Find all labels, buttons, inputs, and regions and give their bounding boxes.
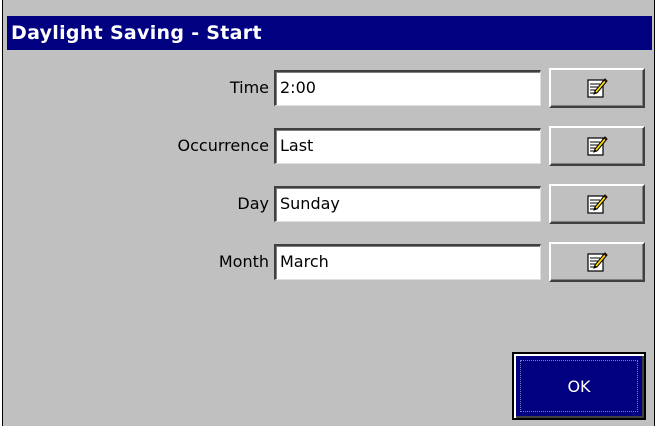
day-label: Day (237, 194, 269, 213)
ok-button-label: OK (567, 376, 591, 396)
dialog-title: Daylight Saving - Start (7, 16, 652, 50)
month-field[interactable]: March (274, 244, 541, 280)
notepad-pencil-icon (585, 76, 609, 100)
day-field[interactable]: Sunday (274, 186, 541, 222)
occurrence-edit-button[interactable] (549, 126, 645, 166)
month-label: Month (218, 252, 269, 271)
time-field[interactable]: 2:00 (274, 70, 541, 106)
day-edit-button[interactable] (549, 184, 645, 224)
notepad-pencil-icon (585, 134, 609, 158)
notepad-pencil-icon (585, 250, 609, 274)
ok-button[interactable]: OK (512, 352, 646, 420)
occurrence-label: Occurrence (177, 136, 269, 155)
daylight-saving-dialog: Daylight Saving - Start Time 2:00 Occurr… (2, 0, 655, 426)
notepad-pencil-icon (585, 192, 609, 216)
time-edit-button[interactable] (549, 68, 645, 108)
occurrence-field[interactable]: Last (274, 128, 541, 164)
time-label: Time (229, 78, 269, 97)
month-edit-button[interactable] (549, 242, 645, 282)
